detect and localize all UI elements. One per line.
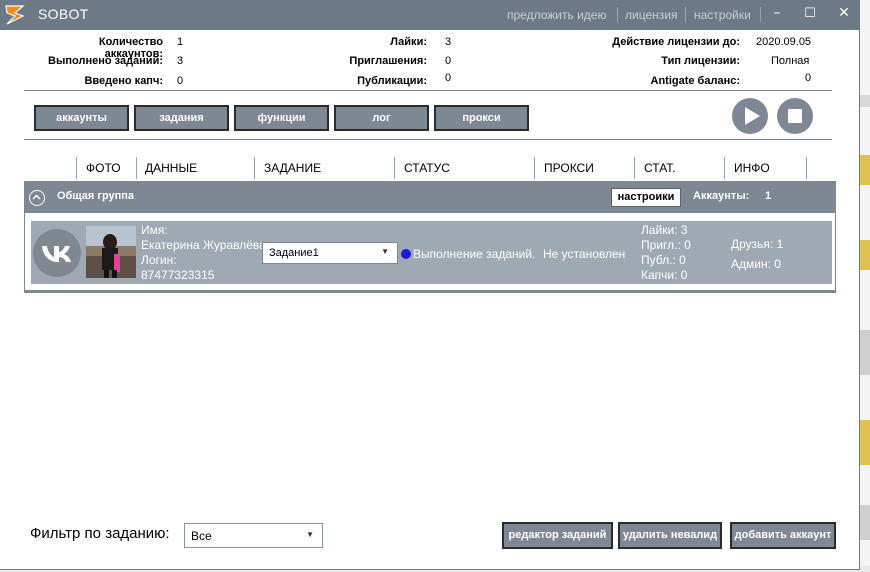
antigate-balance-value: 0	[805, 72, 812, 84]
group-bottom-border	[24, 290, 836, 293]
sobot-logo-icon	[5, 5, 25, 25]
posts-label: Публикации:	[357, 75, 427, 87]
license-link[interactable]: лицензия	[625, 8, 677, 22]
title-divider	[617, 7, 618, 22]
column-header-info: ИНФО	[734, 161, 770, 175]
column-divider	[136, 157, 137, 179]
column-divider	[394, 157, 395, 179]
status-text: Выполнение заданий.	[413, 247, 536, 261]
group-settings-button[interactable]: настроики	[611, 188, 681, 207]
divider	[24, 90, 832, 91]
minimize-icon[interactable]: –	[767, 5, 787, 21]
accounts-count-value: 1	[177, 36, 184, 48]
task-filter-value: Все	[191, 529, 212, 543]
column-divider	[634, 157, 635, 179]
account-photo-image	[86, 226, 136, 278]
status-indicator-icon	[401, 249, 411, 259]
license-type-value: Полная	[771, 55, 810, 67]
app-window: SOBOT предложить идею лицензия настройки…	[0, 0, 860, 570]
tab-tasks[interactable]: задания	[134, 105, 229, 131]
info-admin: Админ: 0	[731, 257, 781, 271]
antigate-balance-label: Antigate баланс:	[650, 75, 741, 87]
column-divider	[806, 157, 807, 179]
dropdown-arrow-icon: ▼	[381, 247, 389, 256]
collapse-toggle[interactable]	[29, 190, 45, 206]
app-title: SOBOT	[38, 6, 89, 22]
captcha-count-value: 0	[177, 75, 184, 87]
stat-invites: Пригл.: 0	[641, 238, 691, 252]
stat-captcha: Капчи: 0	[641, 268, 688, 282]
tasks-done-label: Выполнено заданий:	[48, 55, 163, 67]
invites-value: 0	[445, 55, 452, 67]
column-divider	[724, 157, 725, 179]
tab-proxy[interactable]: прокси	[434, 105, 529, 131]
column-divider	[534, 157, 535, 179]
vk-logo-icon	[42, 246, 71, 262]
column-header-proxy: ПРОКСИ	[544, 161, 594, 175]
chevron-up-icon	[32, 194, 41, 200]
task-editor-button[interactable]: редактор заданий	[502, 522, 613, 549]
login-value: 87477323315	[141, 268, 215, 282]
task-filter-select[interactable]: Все ▼	[184, 523, 323, 548]
task-filter-label: Фильтр по заданию:	[30, 525, 170, 542]
license-type-label: Тип лицензии:	[661, 55, 740, 67]
group-accounts-value: 1	[765, 190, 772, 202]
column-divider	[76, 157, 77, 179]
task-select[interactable]: Задание1 ▼	[262, 242, 398, 264]
group-accounts-label: Аккаунты:	[693, 190, 750, 202]
likes-label: Лайки:	[390, 36, 427, 48]
desktop-background	[860, 0, 870, 572]
login-label: Логин:	[141, 253, 177, 267]
dropdown-arrow-icon: ▼	[306, 530, 314, 539]
desktop-icon	[860, 155, 870, 185]
title-divider	[685, 7, 686, 22]
desktop-icon	[860, 240, 870, 270]
delete-invalid-button[interactable]: удалить невалид	[618, 522, 722, 549]
column-divider	[254, 157, 255, 179]
column-header-task: ЗАДАНИЕ	[264, 161, 322, 175]
suggest-idea-link[interactable]: предложить идею	[507, 8, 606, 22]
divider	[24, 139, 832, 140]
desktop-icon	[860, 330, 870, 375]
vk-avatar	[33, 229, 81, 277]
group-title: Общая группа	[57, 190, 135, 202]
license-until-label: Действие лицензии до:	[612, 36, 740, 48]
tab-accounts[interactable]: аккаунты	[34, 105, 129, 131]
captcha-count-label: Введено капч:	[84, 75, 163, 87]
tab-log[interactable]: лог	[334, 105, 429, 131]
column-header-data: ДАННЫЕ	[145, 161, 198, 175]
name-value: Екатерина Журавлёва	[141, 238, 266, 252]
close-icon[interactable]: ✕	[834, 5, 854, 21]
play-icon	[745, 107, 760, 125]
account-photo	[86, 226, 136, 278]
likes-value: 3	[445, 36, 452, 48]
add-account-button[interactable]: добавить аккаунт	[730, 522, 836, 549]
stat-posts: Публ.: 0	[641, 253, 686, 267]
stat-likes: Лайки: 3	[641, 223, 688, 237]
name-label: Имя:	[141, 223, 168, 237]
posts-value: 0	[445, 72, 452, 84]
tab-functions[interactable]: функции	[234, 105, 329, 131]
info-friends: Друзья: 1	[731, 237, 784, 251]
stop-icon	[788, 109, 802, 123]
column-header-status: СТАТУС	[404, 161, 450, 175]
desktop-icon	[860, 420, 870, 465]
column-header-photo: ФОТО	[86, 161, 121, 175]
title-divider	[760, 7, 761, 22]
tasks-done-value: 3	[177, 55, 184, 67]
settings-link[interactable]: настройки	[694, 8, 751, 22]
column-header-stat: СТАТ.	[644, 161, 676, 175]
desktop-icon	[860, 95, 870, 107]
maximize-icon[interactable]: ☐	[800, 6, 820, 21]
proxy-text: Не установлен	[543, 247, 626, 261]
desktop-icon	[860, 505, 870, 540]
play-button[interactable]	[732, 98, 768, 134]
stop-button[interactable]	[777, 98, 813, 134]
license-until-value: 2020.09.05	[756, 36, 812, 48]
invites-label: Приглашения:	[349, 55, 427, 67]
task-select-value: Задание1	[269, 247, 319, 259]
